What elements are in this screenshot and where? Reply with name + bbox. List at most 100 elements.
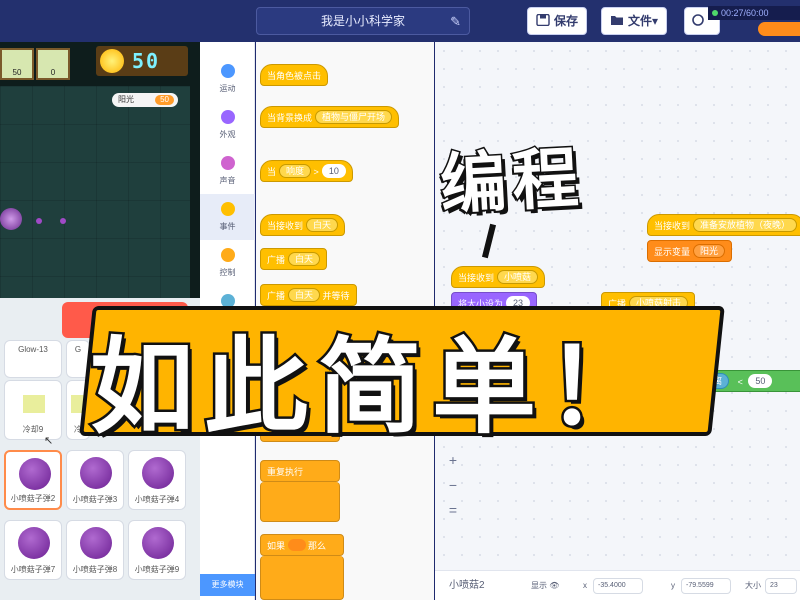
message-dropdown[interactable]: 白天: [306, 218, 339, 232]
when-receive-block[interactable]: 当接收到 白天: [260, 214, 346, 236]
mouse-cursor-icon: ↖: [44, 435, 54, 447]
sprite-image: [142, 527, 174, 559]
sprite-image: [19, 458, 51, 490]
sprite-image: [142, 457, 174, 489]
when-sprite-clicked-block[interactable]: 当角色被点击: [260, 64, 329, 86]
sprite-thumbnail[interactable]: 小喷菇子弹8: [66, 520, 124, 580]
zoom-out-button[interactable]: −: [444, 476, 462, 494]
repeat-forever-block[interactable]: 重复执行: [260, 460, 340, 482]
block-text: 当接收到: [267, 221, 304, 231]
zoom-reset-icon: =: [448, 502, 458, 518]
block-text: 当背景换成: [267, 113, 313, 123]
category-looks[interactable]: 外观: [200, 102, 255, 148]
seed-slot[interactable]: 50: [0, 48, 34, 80]
repeat-forever-mouth: [260, 482, 340, 522]
sun-icon: [100, 49, 124, 73]
sprite-thumbnail[interactable]: 小喷菇子弹9: [128, 520, 186, 580]
control-category-icon: [220, 248, 235, 262]
block-text: 当: [267, 167, 277, 177]
seed-slot-cost: 50: [12, 68, 22, 77]
if-then-block[interactable]: 如果 那么: [260, 534, 344, 556]
when-receive-script-hat[interactable]: 当接收到 小喷菇: [451, 266, 546, 288]
block-text: 并等待: [322, 291, 350, 301]
sprite-name: 小喷菇2: [449, 580, 485, 591]
message-dropdown[interactable]: 白天: [288, 288, 321, 302]
lawn-background: [0, 86, 190, 298]
sprite-thumbnail[interactable]: 小喷菇子弹4: [128, 450, 186, 510]
x-position-input[interactable]: -35.4000: [593, 578, 643, 594]
save-icon: [536, 14, 550, 26]
y-position-input[interactable]: -79.5599: [681, 578, 731, 594]
category-control[interactable]: 控制: [200, 240, 255, 286]
block-text: 广播: [267, 255, 286, 265]
sprite-image: [23, 395, 45, 413]
sprite-label: G: [74, 345, 82, 354]
project-title-text: 我是小小科学家: [320, 14, 405, 28]
threshold-input[interactable]: 10: [321, 164, 346, 178]
category-label: 控制: [219, 268, 236, 277]
category-label: 外观: [219, 130, 236, 139]
number-input[interactable]: 50: [748, 374, 773, 388]
size-input[interactable]: 23: [765, 578, 797, 594]
sprite-image: [80, 527, 112, 559]
category-sound[interactable]: 声音: [200, 148, 255, 194]
variable-dropdown[interactable]: 阳光: [693, 244, 726, 258]
eye-icon[interactable]: 👁: [549, 581, 559, 590]
sun-counter: 50: [96, 46, 188, 76]
category-events[interactable]: 事件: [200, 194, 255, 240]
save-button[interactable]: 保存: [527, 7, 588, 35]
save-label: 保存: [554, 14, 579, 28]
sprite-info-bar: 小喷菇2 显示 👁 x -35.4000 y -79.5599 大小 23: [435, 570, 800, 600]
block-text: 当接收到: [458, 273, 495, 283]
x-label: x: [583, 581, 587, 590]
motion-category-icon: [220, 64, 235, 78]
chevron-down-icon: ▾: [652, 14, 659, 28]
edit-pencil-icon[interactable]: ✎: [450, 9, 461, 35]
category-label: 声音: [219, 176, 236, 185]
category-label: 运动: [219, 84, 236, 93]
top-menu-bar: 我是小小科学家 ✎ 保存 文件▾ 00:27/60:00: [0, 0, 800, 42]
when-loudness-block[interactable]: 当响度 >10: [260, 160, 353, 182]
zoom-reset-button[interactable]: =: [444, 501, 462, 519]
zoom-in-button[interactable]: +: [444, 451, 462, 469]
project-title-input[interactable]: 我是小小科学家 ✎: [256, 7, 470, 35]
when-backdrop-switches-block[interactable]: 当背景换成 植物与僵尸开场: [260, 106, 400, 128]
sun-count: 50: [132, 49, 161, 73]
stage[interactable]: 50 0 50 阳光 50: [0, 42, 200, 298]
sprite-thumbnail[interactable]: 小喷菇子弹7: [4, 520, 62, 580]
zoom-in-icon: +: [448, 452, 458, 468]
block-text: 显示变量: [654, 247, 691, 257]
puff-shroom-sprite[interactable]: [0, 208, 22, 230]
sprite-thumbnail[interactable]: Glow-13: [4, 340, 62, 378]
spore-projectile: [60, 218, 66, 224]
file-label: 文件: [628, 14, 653, 28]
timer-text: 00:27/60:00: [721, 8, 769, 18]
category-motion[interactable]: 运动: [200, 56, 255, 102]
sprite-thumbnail[interactable]: 小喷菇子弹3: [66, 450, 124, 510]
when-receive-night-hat[interactable]: 当接收到 准备安放植物（夜晚）: [647, 214, 800, 236]
sensor-dropdown[interactable]: 响度: [279, 164, 312, 178]
sprite-thumbnail-selected[interactable]: 小喷菇子弹2: [4, 450, 62, 510]
share-icon: [692, 14, 704, 26]
show-variable-block[interactable]: 显示变量 阳光: [647, 240, 733, 262]
more-blocks-button[interactable]: 更多模块: [200, 574, 255, 596]
greater-than-label: >: [313, 167, 319, 177]
seed-slot-cost: 0: [50, 68, 56, 77]
message-dropdown[interactable]: 准备安放植物（夜晚）: [693, 218, 798, 232]
sprite-label: 小喷菇子弹4: [134, 495, 180, 504]
account-button[interactable]: [758, 22, 800, 36]
sprite-image: [80, 457, 112, 489]
backdrop-dropdown[interactable]: 植物与僵尸开场: [315, 110, 393, 124]
file-menu-button[interactable]: 文件▾: [601, 7, 668, 35]
broadcast-block[interactable]: 广播 白天: [260, 248, 328, 270]
sprite-label: 小喷菇子弹8: [72, 565, 118, 574]
size-label: 大小: [745, 581, 761, 590]
y-label: y: [671, 581, 675, 590]
sound-category-icon: [220, 156, 235, 170]
message-dropdown[interactable]: 小喷菇: [497, 270, 539, 284]
condition-slot[interactable]: [287, 539, 306, 551]
seed-slot[interactable]: 0: [36, 48, 70, 80]
message-dropdown[interactable]: 白天: [288, 252, 321, 266]
sunlight-label: 阳光: [118, 95, 134, 104]
sprite-thumbnail[interactable]: 冷却9: [4, 380, 62, 440]
